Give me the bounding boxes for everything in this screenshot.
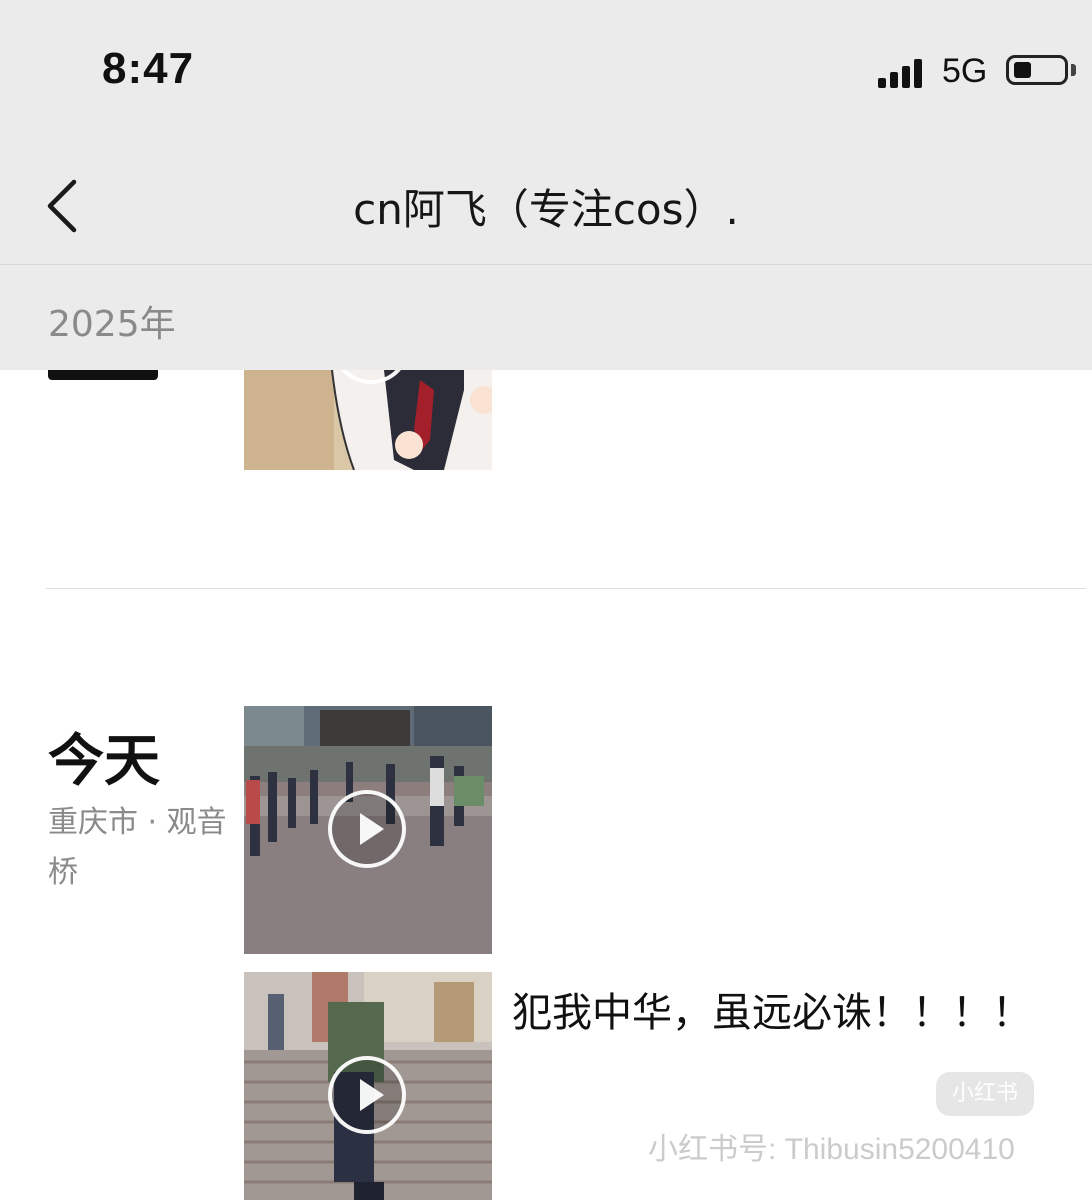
anime-frame-image [244, 370, 492, 470]
watermark-id: 小红书号: Thibusin5200410 [648, 1133, 1015, 1166]
year-label: 2025年 [48, 304, 176, 345]
previous-post-date-fragment [48, 370, 188, 384]
status-bar: 8:47 5G [0, 0, 1092, 140]
previous-post-video-thumbnail[interactable] [244, 370, 492, 470]
play-icon [328, 1056, 406, 1134]
play-icon [328, 790, 406, 868]
battery-cap [1071, 64, 1076, 76]
status-time: 8:47 [102, 44, 195, 93]
network-type: 5G [942, 52, 988, 90]
back-button[interactable] [40, 176, 90, 236]
battery-icon [1006, 55, 1068, 85]
video-thumbnail-2[interactable] [244, 972, 492, 1200]
cellular-signal-icon [878, 58, 924, 88]
video-thumbnail-1[interactable] [244, 706, 492, 954]
back-chevron-icon [47, 179, 77, 233]
post-date-label: 今天 [48, 729, 160, 794]
page-title: cn阿飞（专注cos）. [353, 185, 739, 234]
nav-bar: cn阿飞（专注cos）. [0, 140, 1092, 265]
watermark-logo: 小红书 [936, 1072, 1034, 1116]
post-location: 重庆市 · 观音桥 [48, 805, 227, 890]
post-divider [46, 588, 1086, 589]
year-section-header: 2025年 [0, 265, 1092, 370]
battery-level-fill [1014, 62, 1031, 78]
post-caption: 犯我中华，虽远必诛！！！！ [512, 990, 1032, 1036]
